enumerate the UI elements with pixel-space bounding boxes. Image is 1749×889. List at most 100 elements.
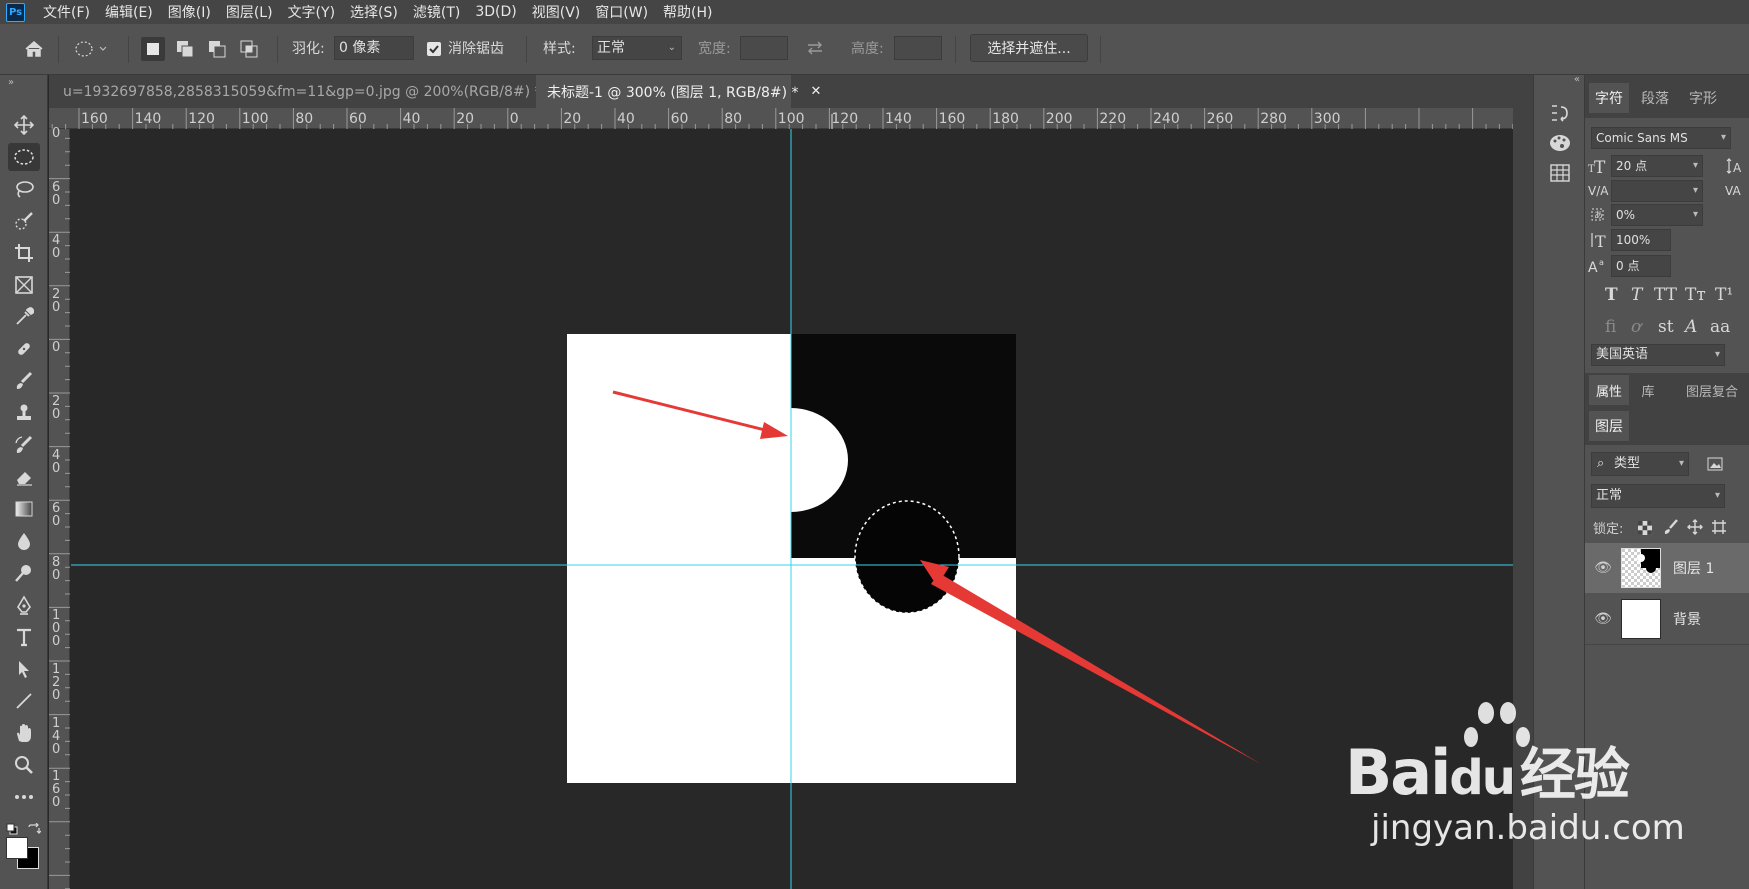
swap-colors-icon[interactable] [27, 820, 42, 839]
brush-tool-icon[interactable] [8, 367, 40, 395]
type-tool-icon[interactable] [8, 623, 40, 651]
style-select[interactable]: 正常 ⌄ [592, 36, 682, 60]
language-select[interactable]: 美国英语 ▾ [1591, 344, 1725, 366]
layer-row[interactable]: 👁 图层 1 [1585, 543, 1749, 593]
visibility-eye-icon[interactable]: 👁 [1585, 611, 1621, 627]
dodge-tool-icon[interactable] [8, 559, 40, 587]
subtract-from-selection-icon[interactable] [205, 37, 229, 61]
discretionary-ligatures-icon[interactable]: st [1658, 317, 1674, 337]
swatches-grid-icon[interactable] [1548, 161, 1572, 185]
menu-filter[interactable]: 滤镜(T) [408, 2, 470, 22]
blend-mode-select[interactable]: 正常 ▾ [1591, 484, 1725, 508]
tab-document-2[interactable]: 未标题-1 @ 300% (图层 1, RGB/8#) * ✕ [536, 75, 821, 108]
clone-stamp-tool-icon[interactable] [8, 399, 40, 427]
lock-artboard-icon[interactable] [1711, 519, 1727, 539]
vertical-ruler[interactable]: 0 60 40 20 0 20 40 60 80 100 120 140 160 [49, 127, 70, 889]
pen-tool-icon[interactable] [8, 591, 40, 619]
eraser-tool-icon[interactable] [8, 463, 40, 491]
ligatures-icon[interactable]: ﬁ [1605, 317, 1616, 337]
layer-thumbnail [1621, 548, 1661, 588]
superscript-icon[interactable]: T¹ [1715, 285, 1733, 305]
color-palette-icon[interactable] [1548, 131, 1572, 155]
kerning-input[interactable]: ▾ [1611, 180, 1703, 202]
lock-transparent-pixels-icon[interactable] [1638, 520, 1652, 539]
add-to-selection-icon[interactable] [173, 37, 197, 61]
elliptical-marquee-preset-icon[interactable] [72, 37, 112, 61]
ruler-tick-label: 0 [52, 340, 61, 356]
old-style-icon[interactable]: ơ [1631, 317, 1641, 337]
new-selection-icon[interactable] [141, 37, 165, 61]
tab-document-1[interactable]: u=1932697858,2858315059&fm=11&gp=0.jpg @… [49, 75, 564, 108]
lock-image-pixels-icon[interactable] [1663, 519, 1679, 539]
faux-italic-icon[interactable]: T [1631, 285, 1642, 305]
width-input[interactable] [740, 36, 788, 60]
tab-properties[interactable]: 属性 [1589, 375, 1629, 405]
zoom-tool-icon[interactable] [8, 751, 40, 779]
quick-selection-tool-icon[interactable] [8, 207, 40, 235]
crop-tool-icon[interactable] [8, 239, 40, 267]
menu-layer[interactable]: 图层(L) [221, 2, 283, 22]
frame-tool-icon[interactable] [8, 271, 40, 299]
history-icon[interactable] [1548, 101, 1572, 125]
leading-icon: A [1725, 157, 1745, 179]
horizontal-ruler[interactable]: 160 140 120 100 80 60 40 20 0 20 40 60 80 100 120 140 16… [49, 108, 1513, 129]
line-tool-icon[interactable] [8, 687, 40, 715]
all-caps-icon[interactable]: TT [1654, 285, 1677, 305]
hand-tool-icon[interactable] [8, 719, 40, 747]
ruler-tick-label: 140 [52, 715, 61, 757]
canvas-area[interactable] [71, 129, 1513, 889]
select-and-mask-button[interactable]: 选择并遮住... [970, 34, 1088, 62]
small-caps-icon[interactable]: Tт [1685, 285, 1706, 305]
more-tools-icon[interactable] [8, 783, 40, 811]
eyedropper-tool-icon[interactable] [8, 303, 40, 331]
menu-view[interactable]: 视图(V) [527, 2, 591, 22]
tab-glyphs[interactable]: 字形 [1681, 83, 1725, 113]
blur-tool-icon[interactable] [8, 527, 40, 555]
tracking-input[interactable]: 0% ▾ [1611, 204, 1703, 226]
stylistic-alternates-icon[interactable]: aa [1710, 317, 1730, 337]
tab-layer-comps[interactable]: 图层复合 [1675, 375, 1749, 405]
swash-icon[interactable]: A [1685, 317, 1697, 337]
elliptical-marquee-tool-icon[interactable] [8, 143, 40, 171]
path-selection-tool-icon[interactable] [8, 655, 40, 683]
menu-help[interactable]: 帮助(H) [658, 2, 722, 22]
collapse-panels-icon[interactable]: « [1574, 74, 1580, 85]
lasso-tool-icon[interactable] [8, 175, 40, 203]
history-brush-tool-icon[interactable] [8, 431, 40, 459]
menu-edit[interactable]: 编辑(E) [100, 2, 163, 22]
foreground-color-swatch[interactable] [6, 837, 28, 859]
tab-paragraph[interactable]: 段落 [1633, 83, 1677, 113]
menu-3d[interactable]: 3D(D) [470, 4, 526, 20]
faux-bold-icon[interactable]: T [1605, 285, 1618, 305]
layer-filter-select[interactable]: ⌕ 类型 ▾ [1591, 452, 1689, 476]
tab-libraries[interactable]: 库 [1633, 375, 1663, 405]
photoshop-logo-icon[interactable]: Ps [6, 2, 25, 22]
intersect-selection-icon[interactable] [237, 37, 261, 61]
collapse-toolbar-icon[interactable]: » [8, 77, 14, 88]
font-family-select[interactable]: Comic Sans MS ▾ [1591, 127, 1731, 149]
height-input[interactable] [894, 36, 942, 60]
baseline-shift-input[interactable]: 0 点 [1611, 255, 1671, 277]
lock-position-icon[interactable] [1687, 519, 1703, 539]
vertical-scale-icon: T [1588, 231, 1610, 253]
healing-brush-tool-icon[interactable] [8, 335, 40, 363]
menu-type[interactable]: 文字(Y) [283, 2, 345, 22]
home-icon[interactable] [22, 37, 46, 61]
tab-layers[interactable]: 图层 [1589, 411, 1629, 441]
menu-select[interactable]: 选择(S) [345, 2, 408, 22]
gradient-tool-icon[interactable] [8, 495, 40, 523]
antialias-checkbox[interactable] [427, 42, 441, 56]
move-tool-icon[interactable] [8, 111, 40, 139]
tab-character[interactable]: 字符 [1589, 83, 1629, 113]
vertical-scale-input[interactable]: 100% [1611, 229, 1671, 251]
image-filter-icon[interactable] [1707, 456, 1723, 475]
menu-window[interactable]: 窗口(W) [590, 2, 658, 22]
layer-row[interactable]: 👁 背景 [1585, 594, 1749, 644]
feather-input[interactable]: 0 像素 [334, 36, 414, 60]
visibility-eye-icon[interactable]: 👁 [1585, 560, 1621, 576]
font-size-input[interactable]: 20 点 ▾ [1611, 155, 1703, 177]
close-icon[interactable]: ✕ [811, 84, 822, 99]
swap-width-height-icon[interactable] [806, 40, 824, 60]
menu-file[interactable]: 文件(F) [38, 2, 100, 22]
menu-image[interactable]: 图像(I) [163, 2, 221, 22]
